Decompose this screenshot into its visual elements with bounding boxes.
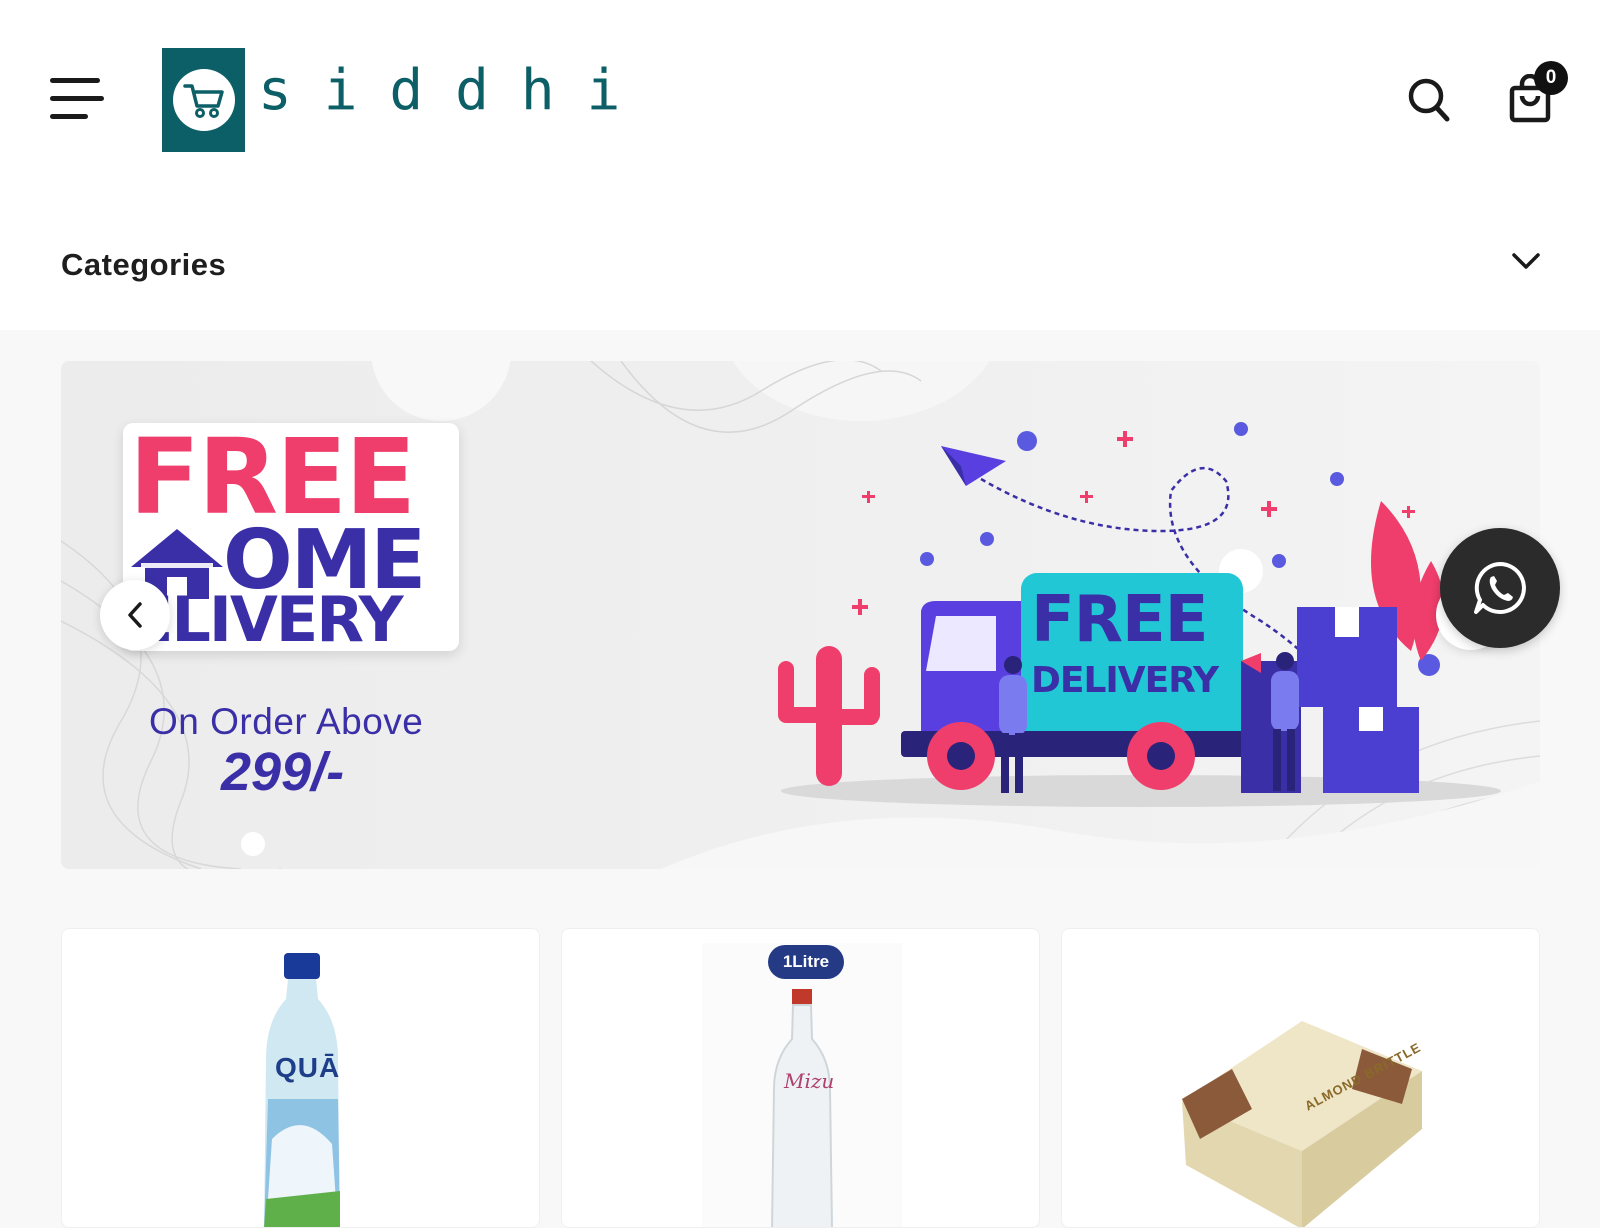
whatsapp-chat-button[interactable] xyxy=(1440,528,1560,648)
chevron-left-icon xyxy=(128,602,142,628)
product-card[interactable]: QUĀ xyxy=(61,928,540,1228)
shopping-cart-logo-icon xyxy=(172,69,235,131)
slider-prev-button[interactable] xyxy=(100,580,170,650)
search-icon[interactable] xyxy=(1406,76,1452,124)
order-amount-text: 299/- xyxy=(221,742,345,802)
product-size-tag: 1Litre xyxy=(768,945,844,979)
whatsapp-icon xyxy=(1474,562,1526,614)
cart-count-badge: 0 xyxy=(1534,61,1568,95)
order-condition-text: On Order Above xyxy=(149,701,424,742)
product-label: Mizu xyxy=(784,1069,835,1093)
promo-banner-slide[interactable]: FREE OME ELIVERY On Order Above 299/- FR… xyxy=(61,361,1540,869)
product-image-brittle-box xyxy=(1182,1021,1422,1227)
product-card[interactable]: 1Litre Mizu xyxy=(561,928,1040,1228)
slider-dot-1[interactable] xyxy=(241,832,265,856)
sticker-delivery-text: ELIVERY xyxy=(131,583,404,652)
categories-label: Categories xyxy=(61,247,227,282)
categories-dropdown[interactable]: Categories xyxy=(0,199,1600,330)
product-label: QUĀ xyxy=(275,1052,341,1083)
logo-mark[interactable] xyxy=(162,48,245,152)
truck-free-text: FREE xyxy=(1031,583,1208,657)
truck-delivery-text: DELIVERY xyxy=(1031,660,1219,701)
product-card[interactable]: ALMOND BRITTLE xyxy=(1061,928,1540,1228)
chevron-down-icon xyxy=(1510,249,1542,273)
hamburger-menu-icon[interactable] xyxy=(46,74,104,124)
site-header: siddhi 0 xyxy=(0,0,1600,199)
brand-name[interactable]: siddhi xyxy=(258,58,652,124)
free-home-delivery-sticker: FREE OME ELIVERY xyxy=(123,423,459,651)
